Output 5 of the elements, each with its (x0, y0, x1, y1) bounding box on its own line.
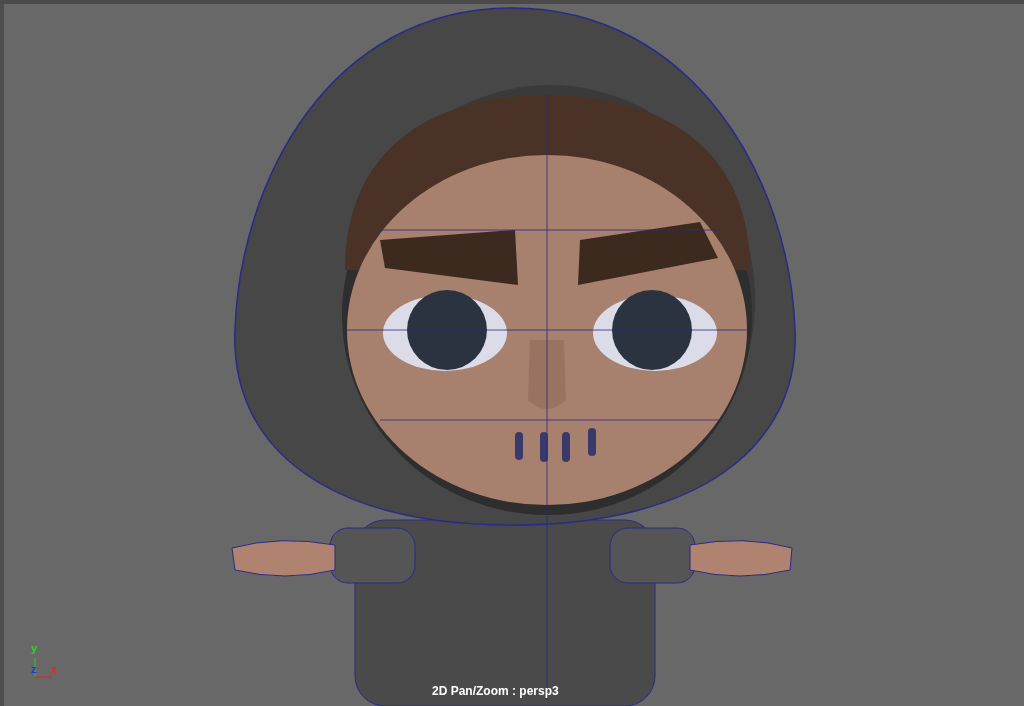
axis-label: y (31, 643, 38, 654)
camera-label: 2D Pan/Zoom : persp3 (432, 683, 559, 700)
axis-label: z (31, 664, 37, 675)
axis-label: x (51, 664, 58, 675)
axis-gizmo-icon (34, 657, 53, 678)
